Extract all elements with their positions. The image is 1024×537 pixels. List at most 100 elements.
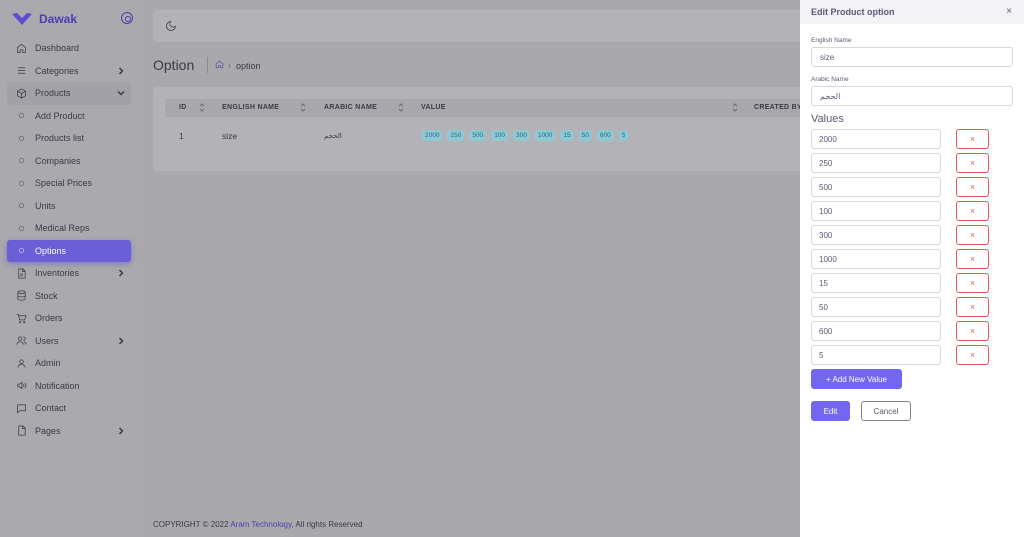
delete-value-button[interactable]: × [956,297,989,317]
title-divider [207,57,208,73]
value-input[interactable]: 250 [811,153,941,173]
sidebar-item-special-prices[interactable]: Special Prices [7,172,131,195]
sidebar-item-label: Medical Reps [35,223,90,234]
sidebar-item-contact[interactable]: Contact [7,397,131,420]
header-arabic-name[interactable]: ARABIC NAME [324,104,377,111]
header-value[interactable]: VALUE [421,104,446,111]
value-chip: 2000 [422,130,443,141]
header-english-name[interactable]: ENGLISH NAME [222,104,279,111]
value-input[interactable]: 500 [811,177,941,197]
delete-value-button[interactable]: × [956,249,989,269]
footer-company-link[interactable]: Aram Technology [230,520,291,529]
sidebar-item-label: Products [35,88,71,99]
delete-value-button[interactable]: × [956,177,989,197]
add-value-button[interactable]: + Add New Value [811,369,902,389]
value-row: 100 × [811,201,989,221]
delete-value-button[interactable]: × [956,345,989,365]
chevron-right-icon [117,66,125,75]
edit-button[interactable]: Edit [811,401,850,421]
sort-icon[interactable] [732,103,738,112]
value-input[interactable]: 600 [811,321,941,341]
value-row: 15 × [811,273,989,293]
collapse-toggle-icon[interactable] [121,12,133,24]
header-id[interactable]: ID [179,104,187,111]
moon-icon[interactable] [165,20,177,32]
page-title: Option [153,57,195,73]
sidebar-item-label: Products list [35,133,85,144]
sidebar-item-orders[interactable]: Orders [7,307,131,330]
circle-icon [16,110,27,121]
sidebar-item-label: Categories [35,65,79,76]
delete-value-button[interactable]: × [956,153,989,173]
english-name-label: English Name [811,37,852,44]
sort-icon[interactable] [300,103,306,112]
value-input[interactable]: 2000 [811,129,941,149]
cell-english-name: size [222,131,238,141]
cancel-button[interactable]: Cancel [861,401,911,421]
header-created-by[interactable]: CREATED BY [754,104,802,111]
delete-value-button[interactable]: × [956,321,989,341]
arabic-name-input[interactable]: الحجم [811,86,1013,106]
value-chip: 1000 [534,130,556,141]
sidebar-nav: Dashboard Categories Products Add Product Pr… [7,37,131,442]
delete-value-button[interactable]: × [956,225,989,245]
sidebar-item-add-product[interactable]: Add Product [7,105,131,128]
value-row: 2000 × [811,129,989,149]
sidebar-item-dashboard[interactable]: Dashboard [7,37,131,60]
circle-icon [16,133,27,144]
sidebar-item-inventories[interactable]: Inventories [7,262,131,285]
value-chips: 2000 250 500 100 300 1000 15 50 600 5 [422,130,629,141]
drawer-title: Edit Product option [811,7,895,17]
sidebar-item-label: Stock [35,290,58,301]
english-name-input[interactable]: size [811,47,1013,67]
sidebar-item-label: Options [35,245,67,256]
sidebar-item-label: Admin [35,358,61,369]
value-input[interactable]: 300 [811,225,941,245]
close-icon[interactable]: × [1006,6,1012,17]
value-chip: 50 [578,130,592,141]
sidebar-item-categories[interactable]: Categories [7,60,131,83]
database-icon [16,290,27,301]
sidebar-item-pages[interactable]: Pages [7,420,131,443]
delete-value-button[interactable]: × [956,273,989,293]
user-icon [16,358,27,369]
home-icon [16,43,27,54]
sort-icon[interactable] [199,103,205,112]
value-input[interactable]: 15 [811,273,941,293]
values-heading: Values [811,113,844,125]
sidebar-item-products-list[interactable]: Products list [7,127,131,150]
sidebar-item-notification[interactable]: Notification [7,375,131,398]
sidebar-item-companies[interactable]: Companies [7,150,131,173]
sidebar-item-label: Units [35,200,56,211]
value-input[interactable]: 100 [811,201,941,221]
sidebar-item-label: Dashboard [35,43,80,54]
value-input[interactable]: 1000 [811,249,941,269]
sidebar-item-medical-reps[interactable]: Medical Reps [7,217,131,240]
delete-value-button[interactable]: × [956,201,989,221]
sidebar-item-products[interactable]: Products [7,82,131,105]
sidebar: Dawak Dashboard Categories Products Add Pro… [0,0,139,537]
sidebar-item-units[interactable]: Units [7,195,131,218]
drawer-header: Edit Product option × [800,0,1024,24]
sidebar-item-admin[interactable]: Admin [7,352,131,375]
sidebar-item-options[interactable]: Options [7,239,131,262]
value-chip: 15 [560,130,574,141]
sidebar-item-users[interactable]: Users [7,330,131,353]
value-chip: 300 [513,130,530,141]
chevron-right-icon [117,336,125,345]
home-icon[interactable] [215,60,224,69]
value-input[interactable]: 5 [811,345,941,365]
brand[interactable]: Dawak [11,10,133,28]
users-icon [16,335,27,346]
sidebar-item-label: Special Prices [35,178,93,189]
value-input[interactable]: 50 [811,297,941,317]
sidebar-item-label: Companies [35,155,81,166]
cart-icon [16,313,27,324]
sidebar-item-label: Add Product [35,110,85,121]
cell-arabic-name: الحجم [324,133,342,140]
sidebar-item-stock[interactable]: Stock [7,285,131,308]
value-row: 250 × [811,153,989,173]
delete-value-button[interactable]: × [956,129,989,149]
sort-icon[interactable] [398,103,404,112]
value-chip: 5 [618,130,629,141]
